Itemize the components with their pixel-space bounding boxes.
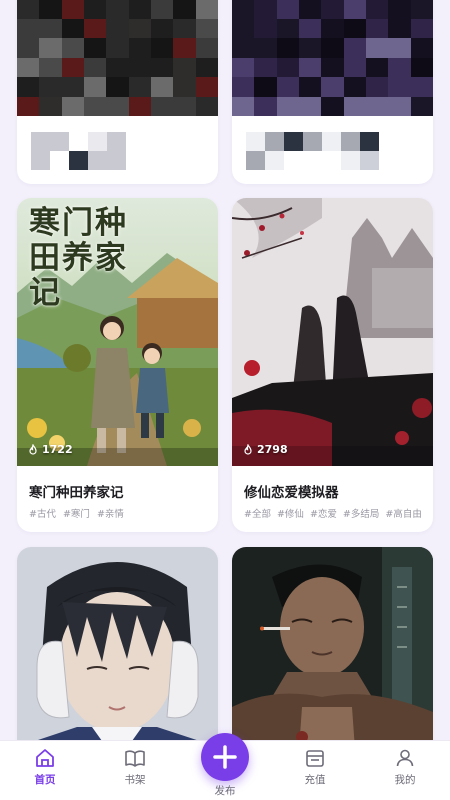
- heat-count: 2798: [242, 443, 288, 456]
- cover-calligraphy-title: 寒门种田养家记: [29, 205, 128, 311]
- nav-home[interactable]: 首页: [15, 747, 75, 787]
- nav-me-label: 我的: [394, 774, 416, 786]
- cover-illustration-man-smoking: [232, 547, 433, 740]
- publish-label: 发布: [214, 785, 236, 797]
- home-icon: [36, 749, 54, 767]
- tag[interactable]: #亲情: [97, 506, 124, 520]
- tag[interactable]: #寒门: [63, 506, 90, 520]
- tag[interactable]: #修仙: [277, 506, 304, 520]
- blurred-title: [31, 132, 126, 170]
- story-tags: #古代 #寒门 #亲情: [29, 506, 124, 520]
- heat-value: 2798: [257, 443, 288, 456]
- wallet-icon: [306, 750, 324, 767]
- nav-me[interactable]: 我的: [375, 747, 435, 787]
- story-cover: 寒门种田养家记 1722: [17, 198, 218, 466]
- story-cover: [232, 547, 433, 740]
- story-cover: 2798: [232, 198, 433, 466]
- cover-illustration-cultivation: [232, 198, 433, 466]
- nav-recharge-label: 充值: [304, 774, 326, 786]
- nav-bookshelf-label: 书架: [124, 774, 146, 786]
- cover-illustration-boy-headphones: [17, 547, 218, 740]
- book-icon: [125, 750, 145, 767]
- publish-button[interactable]: [201, 733, 249, 781]
- story-title: 寒门种田养家记: [29, 485, 124, 501]
- tag[interactable]: #多结局: [343, 506, 379, 520]
- story-cover: [17, 547, 218, 740]
- nav-recharge[interactable]: 充值: [285, 747, 345, 787]
- fire-icon: [29, 443, 37, 455]
- heat-count: 1722: [27, 443, 73, 456]
- story-tags: #全部 #修仙 #恋爱 #多结局 #高自由: [244, 506, 422, 520]
- story-card[interactable]: [232, 0, 433, 184]
- story-card[interactable]: 2798 修仙恋爱模拟器 #全部 #修仙 #恋爱 #多结局 #高自由: [232, 198, 433, 532]
- story-card[interactable]: [17, 0, 218, 184]
- tag[interactable]: #全部: [244, 506, 271, 520]
- tag[interactable]: #古代: [29, 506, 56, 520]
- plus-icon: [213, 745, 237, 769]
- story-feed: 寒门种田养家记 1722 寒门种田养家记 #古代 #寒门 #亲情 2798 修仙…: [0, 0, 450, 740]
- story-title: 修仙恋爱模拟器: [244, 485, 339, 501]
- story-card[interactable]: [232, 547, 433, 740]
- fire-icon: [244, 443, 252, 455]
- nav-home-label: 首页: [34, 774, 56, 786]
- story-cover-blurred: [232, 0, 433, 116]
- story-card[interactable]: [17, 547, 218, 740]
- tag[interactable]: #高自由: [385, 506, 421, 520]
- nav-bookshelf[interactable]: 书架: [105, 747, 165, 787]
- user-icon: [396, 749, 414, 767]
- blurred-title: [246, 132, 379, 170]
- tag[interactable]: #恋爱: [310, 506, 337, 520]
- story-card[interactable]: 寒门种田养家记 1722 寒门种田养家记 #古代 #寒门 #亲情: [17, 198, 218, 532]
- heat-value: 1722: [42, 443, 73, 456]
- story-cover-blurred: [17, 0, 218, 116]
